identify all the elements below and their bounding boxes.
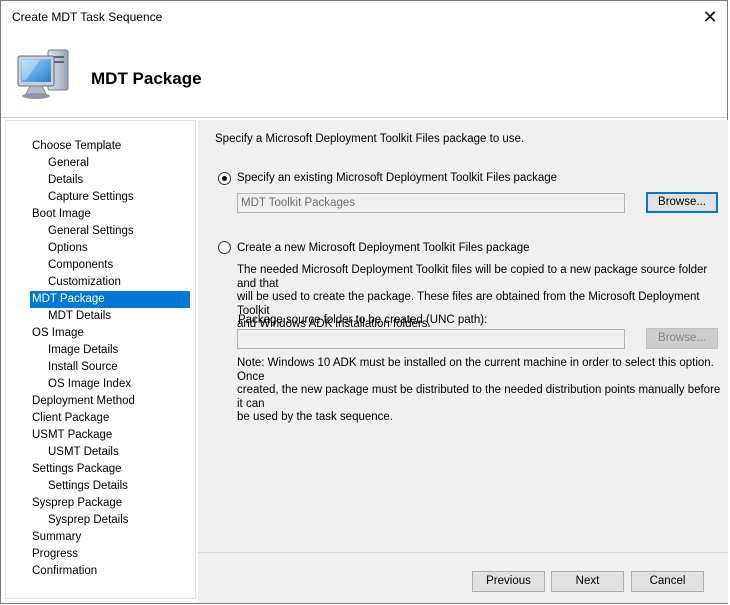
adk-note: Note: Windows 10 ADK must be installed o… — [237, 357, 727, 425]
new-package-radio[interactable] — [218, 241, 231, 254]
sidebar-item-sysprep-details[interactable]: Sysprep Details — [6, 512, 191, 529]
sidebar-item-os-image[interactable]: OS Image — [6, 325, 191, 342]
new-package-label[interactable]: Create a new Microsoft Deployment Toolki… — [237, 242, 530, 256]
sidebar-item-details[interactable]: Details — [6, 172, 191, 189]
sidebar-item-usmt-package[interactable]: USMT Package — [6, 427, 191, 444]
sidebar-item-confirmation[interactable]: Confirmation — [6, 563, 191, 580]
sidebar-item-summary[interactable]: Summary — [6, 529, 191, 546]
existing-package-radio[interactable] — [218, 172, 231, 185]
sidebar-item-usmt-details[interactable]: USMT Details — [6, 444, 191, 461]
existing-package-label[interactable]: Specify an existing Microsoft Deployment… — [237, 172, 557, 186]
sidebar-item-progress[interactable]: Progress — [6, 546, 191, 563]
note-line: Note: Windows 10 ADK must be installed o… — [237, 357, 714, 383]
description-line: The needed Microsoft Deployment Toolkit … — [237, 264, 708, 290]
folder-path-input[interactable] — [237, 329, 625, 349]
sidebar-item-boot-image[interactable]: Boot Image — [6, 206, 191, 223]
sidebar-item-deployment-method[interactable]: Deployment Method — [6, 393, 191, 410]
sidebar-item-image-details[interactable]: Image Details — [6, 342, 191, 359]
sidebar-item-general[interactable]: General — [6, 155, 191, 172]
sidebar-item-install-source[interactable]: Install Source — [6, 359, 191, 376]
sidebar-item-options[interactable]: Options — [6, 240, 191, 257]
sidebar-item-components[interactable]: Components — [6, 257, 191, 274]
next-button[interactable]: Next — [551, 571, 624, 592]
computer-icon — [17, 49, 69, 99]
previous-button[interactable]: Previous — [472, 571, 545, 592]
sidebar-item-mdt-package[interactable]: MDT Package — [30, 291, 190, 308]
page-heading: MDT Package — [91, 69, 202, 88]
sidebar-item-settings-details[interactable]: Settings Details — [6, 478, 191, 495]
wizard-header: MDT Package — [1, 34, 727, 118]
existing-package-field[interactable]: MDT Toolkit Packages — [237, 193, 625, 213]
sidebar-item-customization[interactable]: Customization — [6, 274, 191, 291]
note-line: be used by the task sequence. — [237, 411, 393, 423]
sidebar-item-sysprep-package[interactable]: Sysprep Package — [6, 495, 191, 512]
wizard-step-list: Choose Template General Details Capture Set… — [5, 120, 196, 599]
title-bar: Create MDT Task Sequence ✕ — [1, 1, 727, 34]
sidebar-item-mdt-details[interactable]: MDT Details — [6, 308, 191, 325]
content-panel: Specify a Microsoft Deployment Toolkit F… — [198, 120, 728, 552]
sidebar-item-capture-settings[interactable]: Capture Settings — [6, 189, 191, 206]
folder-path-label: Package source folder to be created (UNC… — [238, 314, 488, 326]
new-browse-button[interactable]: Browse... — [646, 328, 718, 349]
cancel-button[interactable]: Cancel — [631, 571, 704, 592]
sidebar-item-general-settings[interactable]: General Settings — [6, 223, 191, 240]
sidebar-item-settings-package[interactable]: Settings Package — [6, 461, 191, 478]
wizard-footer: Previous Next Cancel — [198, 552, 728, 603]
wizard-window: Create MDT Task Sequence ✕ MDT Package C… — [0, 0, 728, 604]
note-line: created, the new package must be distrib… — [237, 384, 721, 410]
window-title: Create MDT Task Sequence — [12, 10, 163, 24]
existing-browse-button[interactable]: Browse... — [646, 192, 718, 213]
sidebar-item-client-package[interactable]: Client Package — [6, 410, 191, 427]
close-icon[interactable]: ✕ — [693, 1, 727, 34]
instruction-text: Specify a Microsoft Deployment Toolkit F… — [215, 133, 525, 145]
sidebar-item-os-image-index[interactable]: OS Image Index — [6, 376, 191, 393]
sidebar-item-choose-template[interactable]: Choose Template — [6, 138, 191, 155]
